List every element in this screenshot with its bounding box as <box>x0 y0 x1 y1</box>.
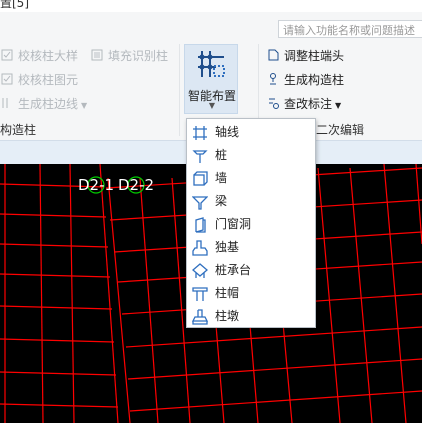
column-cap-icon <box>192 287 208 301</box>
menu-item-label: 轴线 <box>215 125 240 139</box>
check-column-element-label: 校核柱图元 <box>18 73 79 87</box>
smart-layout-icon <box>198 51 225 77</box>
check-column-detail-button[interactable]: 校核柱大样 <box>0 46 78 66</box>
check-column-detail-label: 校核柱大样 <box>18 49 79 63</box>
menu-item-label: 桩 <box>215 148 228 162</box>
generate-column-edge-button[interactable]: 生成柱边线 ▼ <box>0 94 87 114</box>
column-pier-icon <box>192 309 208 325</box>
check-icon <box>1 49 13 61</box>
generate-column-edge-label: 生成柱边线 <box>18 97 79 111</box>
pile-cap-icon <box>192 263 208 278</box>
menu-item-column-cap[interactable]: 柱帽 <box>187 282 315 304</box>
title-fragment-text: 置[5] <box>0 0 29 10</box>
function-search-input[interactable]: 请输入功能名称或问题描述 <box>278 20 422 38</box>
generate-construct-column-label: 生成构造柱 <box>284 73 345 87</box>
smart-layout-dropdown: 轴线 桩 墙 梁 门窗洞 独基 桩承台 柱帽 柱墩 <box>186 118 316 328</box>
column-label-d2-1: D2-1 <box>78 176 115 194</box>
group-label-construct-column: 构造柱 <box>0 123 37 137</box>
group-label-secondary-edit: 二次编辑 <box>316 123 365 137</box>
chevron-down-icon: ▼ <box>208 101 216 110</box>
beam-icon <box>192 196 208 210</box>
edit-annotation-label: 查改标注 <box>284 97 333 111</box>
chevron-down-icon: ▼ <box>335 101 342 110</box>
menu-item-label: 门窗洞 <box>215 217 252 231</box>
menu-item-label: 柱墩 <box>215 309 240 323</box>
check-element-icon <box>1 73 13 85</box>
menu-item-wall[interactable]: 墙 <box>187 167 315 189</box>
title-strip-overlay: 置[5] <box>0 0 422 12</box>
adjust-column-end-label: 调整柱端头 <box>284 49 345 63</box>
menu-item-pile[interactable]: 桩 <box>187 144 315 166</box>
menu-item-label: 墙 <box>215 171 228 185</box>
smart-layout-button[interactable]: 智能布置 ▼ <box>184 44 238 114</box>
pile-icon <box>192 150 208 163</box>
menu-item-label: 独基 <box>215 240 240 254</box>
axis-grid-icon <box>193 126 207 140</box>
generate-construct-column-button[interactable]: 生成构造柱 <box>266 70 344 90</box>
menu-item-door-window[interactable]: 门窗洞 <box>187 213 315 235</box>
column-label-d2-2: D2-2 <box>118 176 155 194</box>
construct-column-icon <box>270 73 276 85</box>
wall-icon <box>193 171 208 186</box>
fill-identify-column-label: 填充识别柱 <box>108 49 169 63</box>
annotation-icon <box>269 98 279 109</box>
door-window-icon <box>195 217 206 233</box>
menu-item-pile-cap[interactable]: 桩承台 <box>187 259 315 281</box>
adjust-end-icon <box>268 49 279 61</box>
menu-item-axis[interactable]: 轴线 <box>187 121 315 143</box>
edit-annotation-button[interactable]: 查改标注 ▼ <box>266 94 341 114</box>
column-edge-icon <box>2 98 8 108</box>
fill-identify-column-button[interactable]: 填充识别柱 <box>90 46 168 66</box>
menu-item-beam[interactable]: 梁 <box>187 190 315 212</box>
check-column-element-button[interactable]: 校核柱图元 <box>0 70 78 90</box>
menu-item-label: 柱帽 <box>215 286 240 300</box>
fill-icon <box>91 49 103 61</box>
adjust-column-end-button[interactable]: 调整柱端头 <box>266 46 344 66</box>
chevron-down-icon: ▼ <box>81 101 88 110</box>
isolated-footing-icon <box>192 240 208 256</box>
menu-item-isolated-footing[interactable]: 独基 <box>187 236 315 258</box>
menu-item-label: 桩承台 <box>215 263 252 277</box>
group-divider <box>179 44 180 136</box>
menu-item-column-pier[interactable]: 柱墩 <box>187 305 315 327</box>
menu-item-label: 梁 <box>215 194 228 208</box>
